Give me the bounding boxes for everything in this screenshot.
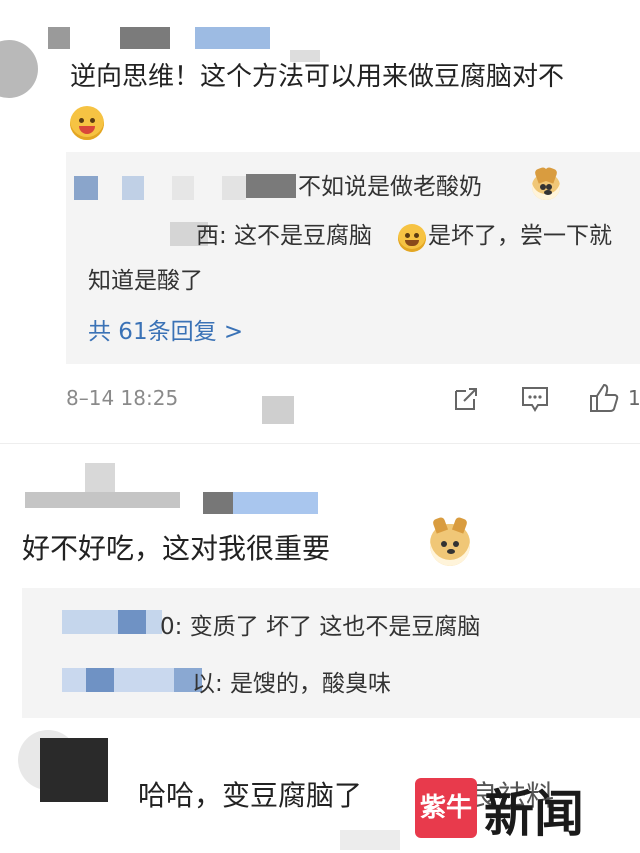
username-blur[interactable]: [62, 610, 162, 634]
doge-icon: [430, 516, 470, 566]
badge-blur: [195, 27, 270, 49]
username-blur[interactable]: [62, 668, 187, 692]
divider: [0, 443, 640, 444]
timestamp: 8–14 18:25: [66, 386, 179, 410]
laugh-cry-emoji-icon: [398, 224, 426, 252]
comment-text: 好不好吃，这对我很重要: [22, 532, 331, 565]
reply-text: 知道是酸了: [88, 268, 203, 294]
comment-text: 逆向思维！这个方法可以用来做豆腐脑对不: [70, 62, 565, 92]
username-blur: [118, 610, 146, 634]
like-icon[interactable]: [588, 382, 620, 414]
username-blur: [246, 174, 296, 198]
username-blur[interactable]: [48, 27, 70, 49]
username-blur: [120, 27, 170, 49]
username-blur: [122, 176, 144, 200]
share-icon[interactable]: [452, 385, 480, 413]
reply-text: 是坏了，尝一下就: [428, 223, 612, 249]
doge-icon: [532, 166, 560, 200]
news-logo-label: 新闻: [484, 784, 584, 843]
username-blur: [203, 492, 233, 514]
avatar[interactable]: [85, 463, 115, 495]
username-blur: [262, 396, 294, 424]
avatar[interactable]: [0, 40, 38, 98]
reply-box: 0: 变质了 坏了 这也不是豆腐脑 以: 是馊的，酸臭味: [22, 588, 640, 718]
username-blur: [172, 176, 194, 200]
avatar[interactable]: [40, 738, 108, 802]
reply-text: 西: 这不是豆腐脑: [196, 223, 373, 249]
username-blur: [86, 668, 114, 692]
reply-text: 0: 变质了 坏了 这也不是豆腐脑: [160, 614, 481, 640]
reply-text: 不如说是做老酸奶: [298, 174, 482, 200]
username-blur: [340, 830, 400, 850]
reply-text: 以: 是馊的，酸臭味: [192, 671, 392, 697]
blush-emoji-icon: [70, 106, 104, 140]
comment-icon[interactable]: [520, 385, 550, 413]
reply-box: 不如说是做老酸奶 西: 这不是豆腐脑 是坏了，尝一下就 知道是酸了 共 61条回…: [66, 152, 640, 364]
username-blur: [222, 176, 246, 200]
more-replies-link[interactable]: 共 61条回复 >: [88, 312, 243, 346]
username-blur[interactable]: [74, 176, 98, 200]
username-blur[interactable]: [25, 492, 180, 508]
news-logo-badge: 紫牛: [415, 778, 477, 838]
badge-blur: [233, 492, 318, 514]
like-count: 1: [628, 386, 640, 410]
comment-text: 哈哈，变豆腐脑了: [138, 779, 363, 812]
